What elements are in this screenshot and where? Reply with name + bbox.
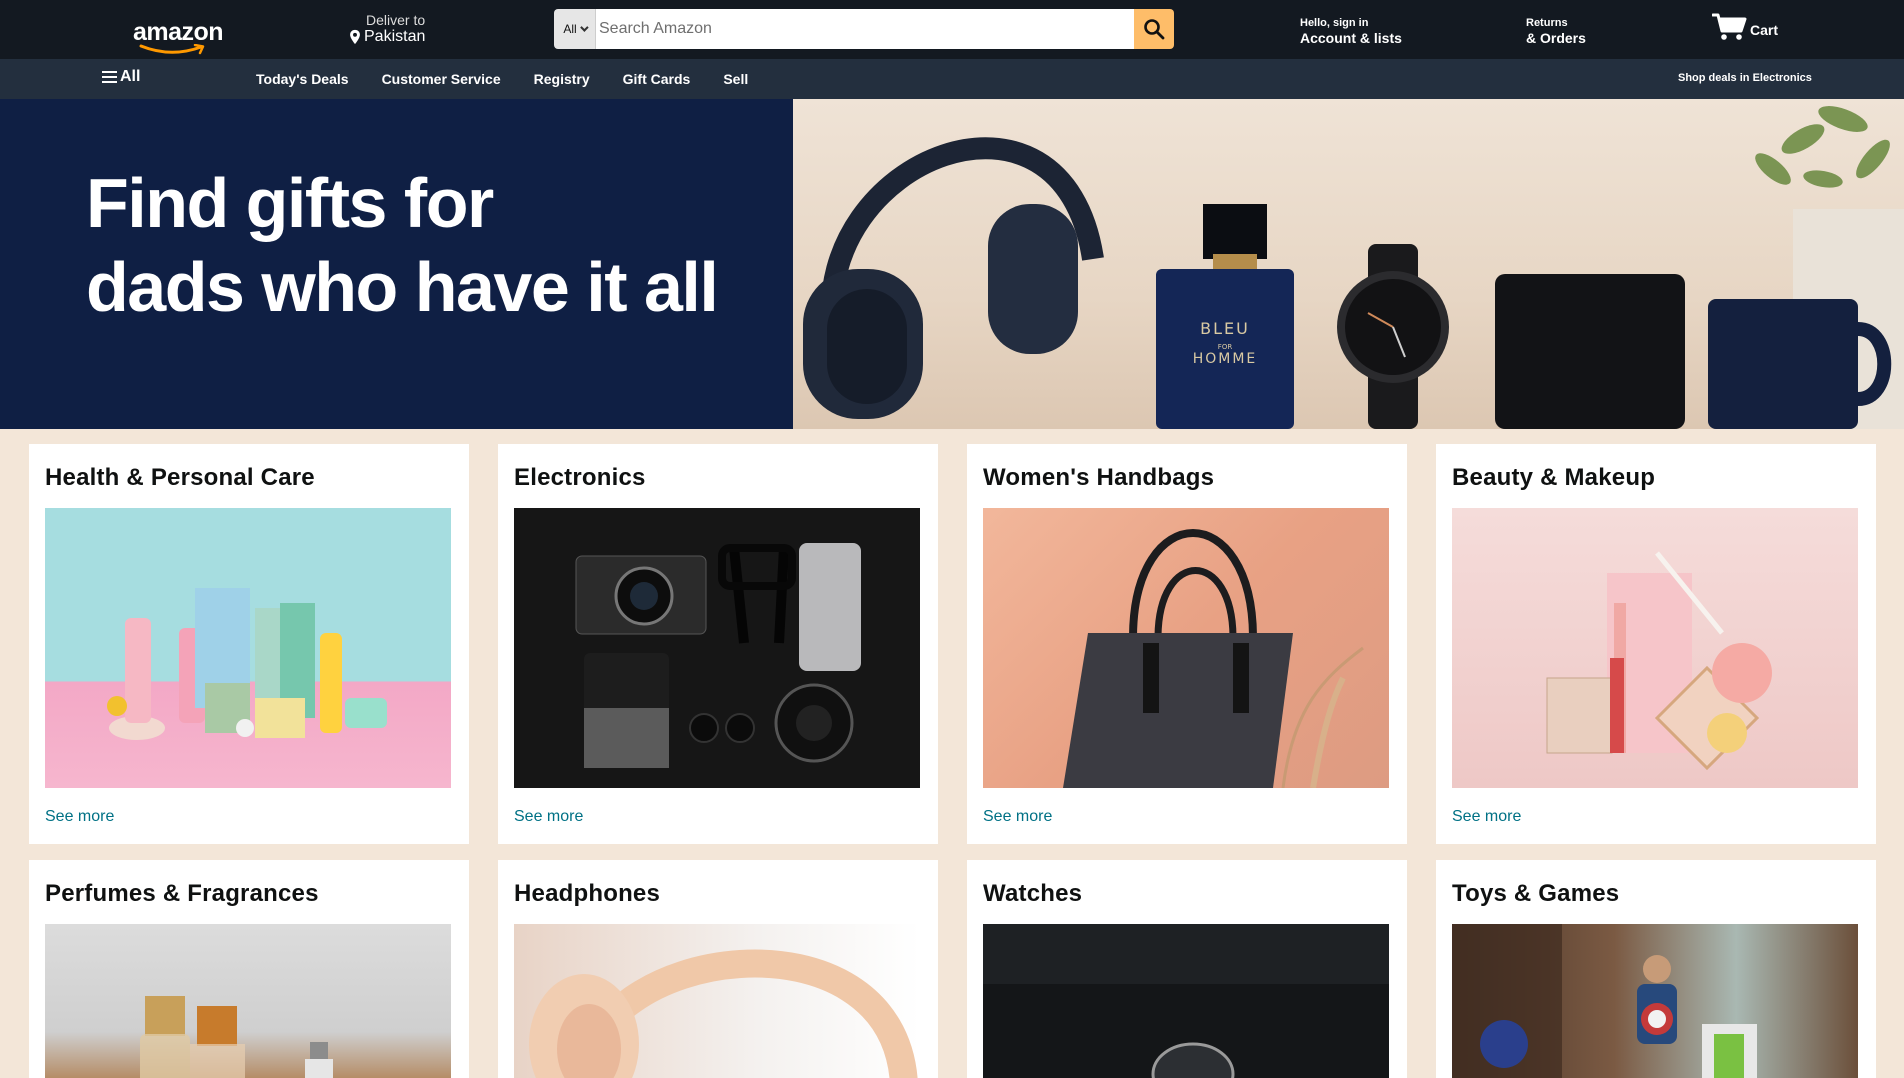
deliver-to-location[interactable]: Deliver to Pakistan: [348, 12, 425, 46]
womens-handbags-image[interactable]: [983, 508, 1389, 788]
subnav-link-gift-cards[interactable]: Gift Cards: [623, 71, 691, 87]
hero-headline-line1: Find gifts for: [86, 164, 494, 242]
card-title: Beauty & Makeup: [1452, 464, 1656, 491]
category-card-beauty: Beauty & Makeup See more: [1436, 444, 1876, 844]
perfume-label-line3: HOMME: [1193, 351, 1258, 367]
hamburger-menu-icon: [102, 71, 117, 83]
search-category-dropdown[interactable]: All: [554, 9, 596, 49]
mug-shape: [1708, 299, 1892, 429]
category-card-handbags: Women's Handbags See more: [967, 444, 1407, 844]
account-lists-label: Account & lists: [1300, 30, 1402, 46]
cart-label: Cart: [1750, 22, 1779, 38]
wallet-shape: [1495, 274, 1685, 429]
all-menu-label: All: [120, 68, 141, 85]
headphones-shape: [803, 137, 1104, 419]
card-title: Headphones: [514, 880, 661, 907]
hero-product-image: BLEU FOR HOMME: [793, 99, 1904, 429]
card-title: Watches: [983, 880, 1083, 907]
search-icon: [1144, 19, 1165, 40]
fathers-day-gifts-illustration: BLEU FOR HOMME: [803, 106, 1904, 429]
subnav-links: Today's Deals Customer Service Registry …: [256, 71, 748, 87]
amazon-logo[interactable]: amazon: [133, 14, 224, 55]
cart-button[interactable]: Cart: [1712, 12, 1778, 42]
search-button[interactable]: [1134, 9, 1174, 49]
subnav-link-customer-service[interactable]: Customer Service: [382, 71, 501, 87]
category-card-headphones: Headphones: [498, 860, 938, 1078]
cart-icon: [1712, 13, 1747, 40]
category-card-toys: Toys & Games: [1436, 860, 1876, 1078]
category-card-electronics: Electronics See more: [498, 444, 938, 844]
top-navbar: amazon Deliver to Pakistan All Search Am…: [0, 0, 1904, 59]
headphones-image[interactable]: [514, 924, 920, 1078]
smile-arrow-icon: [139, 44, 205, 55]
secondary-navbar: All Today's Deals Customer Service Regis…: [0, 59, 1904, 99]
watch-shape: [1337, 244, 1449, 429]
hero-banner[interactable]: Find gifts for dads who have it all BLEU…: [0, 99, 1904, 429]
logo-text: amazon: [133, 18, 224, 46]
all-menu-button[interactable]: All: [102, 68, 140, 86]
chevron-down-icon: [579, 23, 589, 32]
perfumes-fragrances-image[interactable]: [45, 924, 451, 1078]
category-card-watches: Watches: [967, 860, 1407, 1078]
toys-games-image[interactable]: [1452, 924, 1858, 1078]
search-category-label: All: [563, 22, 577, 36]
subnav-link-sell[interactable]: Sell: [723, 71, 748, 87]
category-card-health: Health & Personal Care See more: [29, 444, 469, 844]
electronics-image[interactable]: [514, 508, 920, 788]
deliver-to-label: Deliver to: [366, 12, 426, 28]
watches-image[interactable]: [983, 924, 1389, 1078]
card-title: Women's Handbags: [983, 464, 1215, 491]
electronics-deals-promo-link[interactable]: Shop deals in Electronics: [1678, 72, 1812, 84]
card-title: Electronics: [514, 464, 646, 491]
perfume-label-line1: BLEU: [1200, 319, 1250, 338]
card-title: Toys & Games: [1452, 880, 1620, 907]
see-more-link[interactable]: See more: [514, 808, 583, 826]
hero-headline: Find gifts for dads who have it all: [86, 161, 719, 329]
card-title: Health & Personal Care: [45, 464, 315, 491]
beauty-makeup-image[interactable]: [1452, 508, 1858, 788]
search-input[interactable]: [596, 9, 1134, 49]
see-more-link[interactable]: See more: [983, 808, 1052, 826]
account-lists-menu[interactable]: Hello, sign in Account & lists: [1300, 17, 1402, 46]
health-personal-care-image[interactable]: [45, 508, 451, 788]
hero-headline-line2: dads who have it all: [86, 248, 719, 326]
subnav-link-registry[interactable]: Registry: [534, 71, 590, 87]
account-greeting: Hello, sign in: [1300, 17, 1369, 29]
see-more-link[interactable]: See more: [1452, 808, 1521, 826]
orders-label: & Orders: [1526, 30, 1586, 46]
search-bar: All: [554, 9, 1174, 49]
location-pin-icon: [350, 29, 360, 45]
card-title: Perfumes & Fragrances: [45, 880, 319, 907]
category-card-perfumes: Perfumes & Fragrances: [29, 860, 469, 1078]
perfume-bottle-shape: BLEU FOR HOMME: [1156, 204, 1294, 429]
deliver-location-text: Pakistan: [364, 28, 426, 45]
see-more-link[interactable]: See more: [45, 808, 114, 826]
perfume-label-line2: FOR: [1218, 343, 1233, 351]
returns-label: Returns: [1526, 17, 1568, 29]
subnav-link-todays-deals[interactable]: Today's Deals: [256, 71, 349, 87]
returns-orders-link[interactable]: Returns & Orders: [1526, 17, 1586, 46]
